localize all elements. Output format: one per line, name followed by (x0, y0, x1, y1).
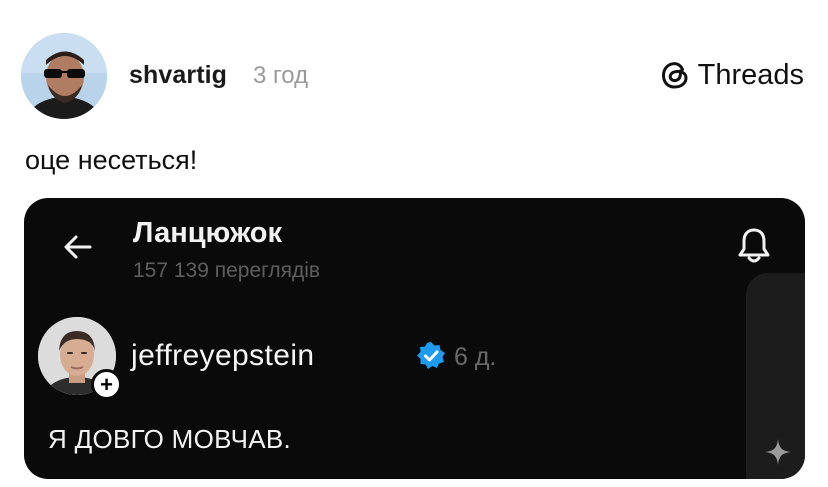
avatar[interactable] (21, 33, 107, 119)
sparkle-icon[interactable] (764, 438, 792, 466)
threads-brand[interactable]: Threads (658, 58, 804, 92)
bell-icon[interactable] (734, 225, 774, 267)
author-post-text: Я ДОВГО МОВЧАВ. (48, 424, 292, 454)
back-arrow-icon[interactable] (62, 231, 94, 263)
post-timestamp: 3 год (253, 62, 309, 89)
threads-logo-icon (661, 62, 688, 89)
view-count: 157 139 переглядів (133, 259, 321, 282)
threads-label: Threads (697, 58, 804, 91)
avatar-photo (21, 33, 107, 119)
author-post-age: 6 д. (454, 343, 497, 371)
follow-plus-icon[interactable]: + (91, 369, 122, 400)
verified-badge-icon (417, 342, 445, 369)
embedded-screenshot: Ланцюжок 157 139 переглядів + jeffreyeps… (24, 198, 805, 479)
username[interactable]: shvartig (129, 61, 227, 90)
post-text: оце несеться! (25, 145, 198, 175)
author-username[interactable]: jeffreyepstein (131, 339, 315, 373)
thread-title: Ланцюжок (133, 217, 282, 249)
threads-post-embed: shvartig 3 год Threads оце несеться! Лан… (0, 0, 828, 487)
